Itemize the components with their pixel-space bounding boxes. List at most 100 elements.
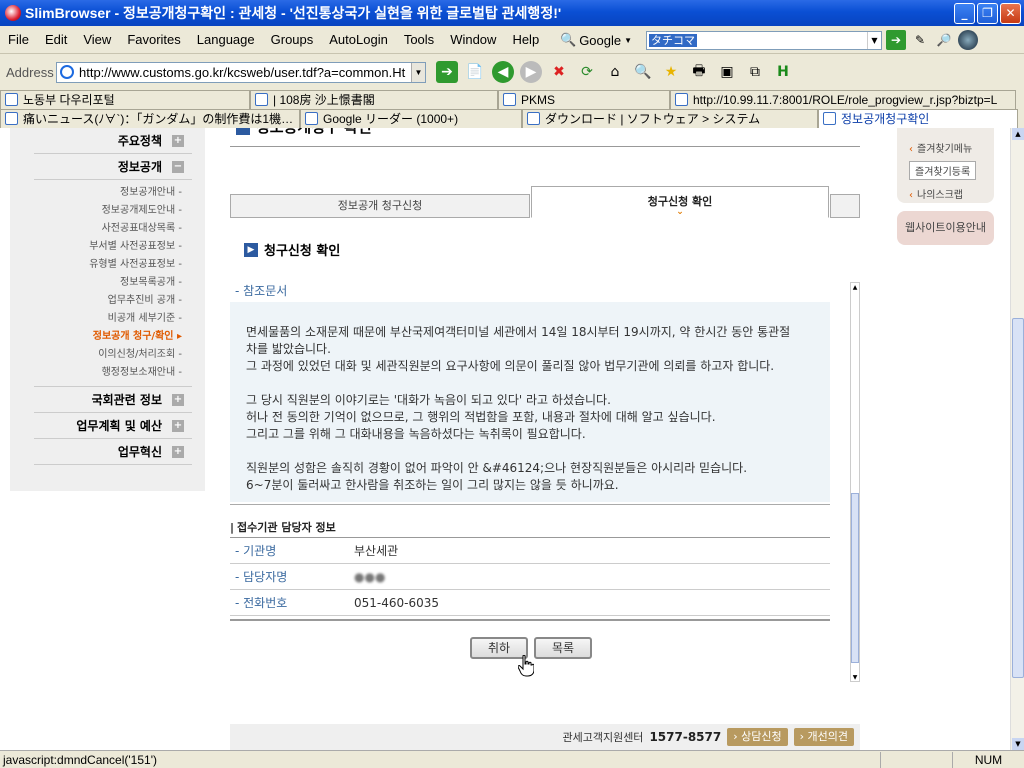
sidebar-section-innovation[interactable]: 업무혁신 + [34, 439, 192, 465]
page-scroll-thumb[interactable] [1012, 318, 1024, 678]
title-marker-icon [236, 128, 250, 135]
menu-help[interactable]: Help [504, 32, 547, 47]
menu-favorites[interactable]: Favorites [119, 32, 188, 47]
tab-request-confirm[interactable]: 청구신청 확인 ⌄ [531, 186, 829, 218]
sidebar-item-expense[interactable]: 업무추진비 공개 - [34, 292, 192, 310]
menu-edit[interactable]: Edit [37, 32, 75, 47]
web-page: 주요정책 + 정보공개 − 정보공개안내 - 정보공개제도안내 - 사전공표대상목록… [0, 128, 1010, 750]
list-button[interactable]: 목록 [534, 637, 592, 659]
sidebar-item-system-guide[interactable]: 정보공개제도안내 - [34, 202, 192, 220]
tab-info-request-active[interactable]: 정보공개청구확인 [818, 109, 1018, 128]
window-title: SlimBrowser - 정보공개청구확인 : 관세청 - '선진통상국가 실… [25, 5, 562, 21]
menu-file[interactable]: File [0, 32, 37, 47]
hand-cursor-icon [518, 655, 534, 677]
html-view-icon[interactable]: H [772, 61, 794, 83]
sidebar-item-info-list[interactable]: 정보목록공개 - [34, 274, 192, 292]
new-page-icon[interactable]: 📄 [464, 61, 486, 83]
tab-extra[interactable] [830, 194, 860, 218]
go-icon[interactable]: ➔ [436, 61, 458, 83]
menu-view[interactable]: View [75, 32, 119, 47]
sidebar-section-info-disclosure[interactable]: 정보공개 − [34, 154, 192, 180]
expand-icon[interactable]: + [172, 394, 184, 406]
collapse-icon[interactable]: − [172, 161, 184, 173]
sidebar-item-dept-pre[interactable]: 부서별 사전공표정보 - [34, 238, 192, 256]
inner-scroll-thumb[interactable] [851, 493, 859, 663]
tab-role-progview[interactable]: http://10.99.11.7:8001/ROLE/role_progvie… [670, 90, 1016, 109]
home-icon[interactable]: ⌂ [604, 61, 626, 83]
menu-language[interactable]: Language [189, 32, 263, 47]
forward-icon[interactable]: ▶ [520, 61, 542, 83]
favorites-menu-link[interactable]: ‹ 즐겨찾기메뉴 [909, 140, 994, 155]
search-go-icon[interactable]: ➔ [886, 30, 906, 50]
tab-pkms[interactable]: PKMS [498, 90, 670, 109]
close-button[interactable]: ✕ [1000, 2, 1021, 24]
stop-icon[interactable]: ✖ [548, 61, 570, 83]
favorites-star-icon[interactable]: ★ [660, 61, 682, 83]
tab-page-icon [527, 112, 540, 125]
restore-button[interactable]: ❐ [977, 2, 998, 24]
highlight-icon[interactable]: ✎ [910, 30, 930, 50]
receiver-info-title: 접수기관 담당자 정보 [230, 519, 336, 535]
sidebar-item-location[interactable]: 행정정보소재안내 - [34, 364, 192, 382]
inner-scrollbar[interactable]: ▲ ▼ [850, 282, 860, 682]
tab-download[interactable]: ダウンロード | ソフトウェア > システム [522, 109, 818, 128]
sidebar-section-policy[interactable]: 주요정책 + [34, 128, 192, 154]
magnifier-icon[interactable]: 🔍 [632, 61, 654, 83]
scroll-up-icon[interactable]: ▲ [851, 283, 859, 291]
tab-108bang[interactable]: | 108房 沙上憬書閣 [250, 90, 498, 109]
sidebar-section-plan-budget[interactable]: 업무계획 및 예산 + [34, 413, 192, 439]
add-favorite-button[interactable]: 즐겨찾기등록 [909, 161, 977, 180]
ref-line: 그리고 그를 위해 그 대화내용을 녹음하셨다는 녹취록이 필요합니다. [246, 427, 586, 441]
sidebar-section-assembly[interactable]: 국회관련 정보 + [34, 387, 192, 413]
ref-line: 면세물품의 소재문제 때문에 부산국제여객터미널 세관에서 14일 18시부터 … [246, 325, 791, 339]
sidebar-item-pre-list[interactable]: 사전공표대상목록 - [34, 220, 192, 238]
address-input[interactable]: http://www.customs.go.kr/kcsweb/user.tdf… [56, 61, 426, 83]
site-guide-button[interactable]: 웹사이트이용안내 [897, 211, 994, 245]
consult-request-button[interactable]: › 상담신청 [727, 728, 788, 746]
address-dropdown[interactable]: ▼ [411, 62, 425, 82]
num-lock-indicator: NUM [952, 751, 1024, 768]
window-group-icon[interactable]: ▣ [716, 61, 738, 83]
page-scrollbar[interactable]: ▲ ▼ [1010, 128, 1024, 750]
sidebar-item-guide[interactable]: 정보공개안내 - [34, 184, 192, 202]
scroll-down-icon[interactable]: ▼ [1012, 738, 1024, 750]
menu-groups[interactable]: Groups [263, 32, 322, 47]
back-icon[interactable]: ◀ [492, 61, 514, 83]
expand-icon[interactable]: + [172, 420, 184, 432]
search-history-dropdown[interactable]: ▼ [867, 31, 881, 49]
menu-window[interactable]: Window [442, 32, 504, 47]
tab-request-apply[interactable]: 정보공개 청구신청 [230, 194, 530, 218]
globe-icon[interactable] [958, 30, 978, 50]
search-input[interactable]: タチコマ ▼ [646, 30, 882, 50]
menu-tools[interactable]: Tools [396, 32, 442, 47]
ref-line: 그 과정에 있었던 대화 및 세관직원분의 요구사항에 의문이 풀리질 않아 법… [246, 359, 775, 373]
search-engine-selector[interactable]: 🔍 Google ▼ [560, 32, 642, 48]
tab-page-icon [305, 112, 318, 125]
search-toolbar: 🔍 Google ▼ タチコマ ▼ ➔ ✎ 🔎 [560, 30, 978, 50]
tab-itai-news[interactable]: 痛いニュース(ﾉ∀`)：「ガンダム」の制作費は1機… [0, 109, 300, 128]
my-scrap-link[interactable]: ‹ 나의스크랩 [909, 186, 994, 201]
scroll-up-icon[interactable]: ▲ [1012, 128, 1024, 140]
print-icon[interactable]: 🖶 [688, 61, 710, 83]
page-icon [60, 64, 74, 79]
expand-icon[interactable]: + [172, 446, 184, 458]
tab-page-icon [823, 112, 836, 125]
scroll-down-icon[interactable]: ▼ [851, 673, 859, 681]
improvement-button[interactable]: › 개선의견 [793, 728, 854, 746]
info-row-phone: - 전화번호 051-460-6035 [230, 590, 830, 616]
support-center-label: 관세고객지원센터 [562, 731, 644, 744]
window-switch-icon[interactable]: ⧉ [744, 61, 766, 83]
sidebar-item-type-pre[interactable]: 유형별 사전공표정보 - [34, 256, 192, 274]
find-icon[interactable]: 🔎 [934, 30, 954, 50]
expand-icon[interactable]: + [172, 135, 184, 147]
refresh-icon[interactable]: ⟳ [576, 61, 598, 83]
favorites-panel: ‹ 즐겨찾기메뉴 즐겨찾기등록 ‹ 나의스크랩 [897, 128, 994, 203]
sidebar-item-nondisclosure[interactable]: 비공개 세부기준 - [34, 310, 192, 328]
tab-row-2: 痛いニュース(ﾉ∀`)：「ガンダム」の制作費は1機… Google リーダー (… [0, 109, 1024, 128]
menu-autologin[interactable]: AutoLogin [321, 32, 396, 47]
sidebar-item-request-confirm[interactable]: 정보공개 청구/확인 ▸ [34, 328, 192, 346]
tab-nodongbu[interactable]: 노동부 다우리포털 [0, 90, 250, 109]
tab-google-reader[interactable]: Google リーダー (1000+) [300, 109, 522, 128]
minimize-button[interactable]: _ [954, 2, 975, 24]
sidebar-item-objection[interactable]: 이의신청/처리조회 - [34, 346, 192, 364]
